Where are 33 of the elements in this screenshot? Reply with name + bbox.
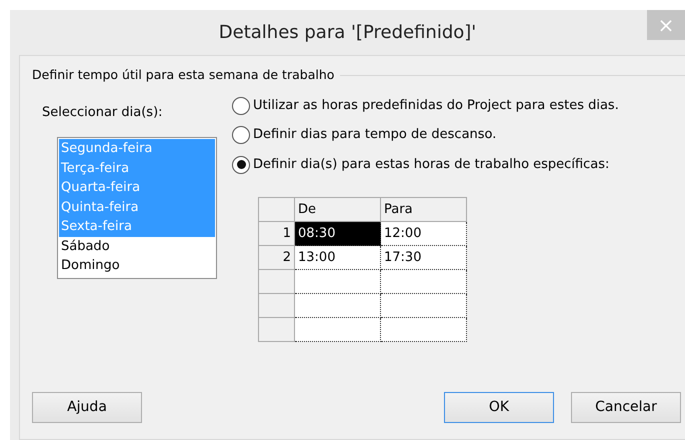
table-cell[interactable] bbox=[294, 318, 380, 342]
table-cell[interactable] bbox=[380, 318, 466, 342]
days-listbox[interactable]: Segunda-feira Terça-feira Quarta-feira Quinta-feira Sexta-feira Sábado Domingo bbox=[57, 137, 217, 280]
row-header bbox=[258, 318, 294, 342]
group-title: Definir tempo útil para esta semana de trabalho bbox=[32, 66, 334, 84]
days-label: Seleccionar dia(s): bbox=[42, 104, 163, 120]
row-header bbox=[258, 294, 294, 318]
row-header bbox=[258, 270, 294, 294]
radio-button[interactable] bbox=[232, 126, 250, 144]
dialog-button[interactable]: Ajuda bbox=[32, 392, 142, 423]
table-cell[interactable]: 12:00 bbox=[380, 222, 466, 246]
table-cell[interactable]: 13:00 bbox=[294, 246, 380, 270]
table-cell[interactable] bbox=[380, 270, 466, 294]
corner-cell bbox=[258, 198, 294, 222]
table-cell[interactable] bbox=[294, 294, 380, 318]
option-label[interactable]: Definir dia(s) para estas horas de trabalho específicas: bbox=[253, 154, 610, 174]
column-header: De bbox=[294, 198, 380, 222]
row-header: 1 bbox=[258, 222, 294, 246]
option-label[interactable]: Definir dias para tempo de descanso. bbox=[253, 125, 496, 145]
table-cell[interactable] bbox=[380, 294, 466, 318]
table-cell[interactable] bbox=[294, 270, 380, 294]
column-header: Para bbox=[380, 198, 466, 222]
dialog-button[interactable]: Cancelar bbox=[571, 392, 681, 423]
table-cell[interactable]: 17:30 bbox=[380, 246, 466, 270]
option-label[interactable]: Utilizar as horas predefinidas do Project para estes dias. bbox=[253, 96, 619, 116]
row-header: 2 bbox=[258, 246, 294, 270]
day-item[interactable]: Domingo bbox=[59, 256, 215, 276]
radio-button[interactable] bbox=[232, 156, 250, 174]
dialog-button[interactable]: OK bbox=[444, 392, 554, 423]
window-title: Detalhes para '[Predefinido]' bbox=[218, 21, 476, 45]
day-item[interactable]: Sábado bbox=[59, 236, 215, 256]
radio-button[interactable] bbox=[232, 96, 250, 114]
table-cell[interactable]: 08:30 bbox=[294, 222, 380, 246]
